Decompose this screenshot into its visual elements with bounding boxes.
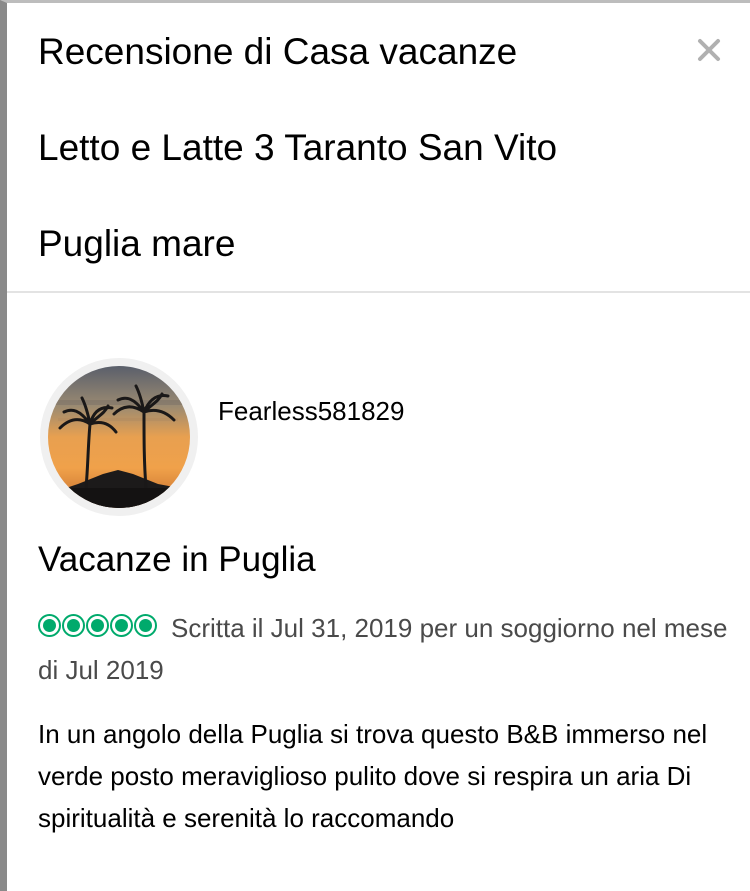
reviewer-username[interactable]: Fearless581829	[218, 395, 404, 427]
modal-title-line-2: Letto e Latte 3 Taranto San Vito	[38, 127, 558, 168]
review-modal: Recensione di Casa vacanze Letto e Latte…	[0, 0, 750, 891]
review-title: Vacanze in Puglia	[38, 540, 316, 579]
modal-header: Recensione di Casa vacanze Letto e Latte…	[7, 3, 750, 293]
avatar[interactable]	[40, 358, 198, 516]
review-body: In un angolo della Puglia si trova quest…	[38, 719, 708, 833]
modal-title-line-1: Recensione di Casa vacanze	[38, 31, 518, 72]
modal-title-line-3: Puglia mare	[38, 223, 236, 264]
avatar-palm-trees-sunset-icon	[48, 366, 190, 508]
close-icon[interactable]	[695, 36, 723, 64]
review-meta: Scritta il Jul 31, 2019 per un soggiorno…	[38, 613, 728, 685]
